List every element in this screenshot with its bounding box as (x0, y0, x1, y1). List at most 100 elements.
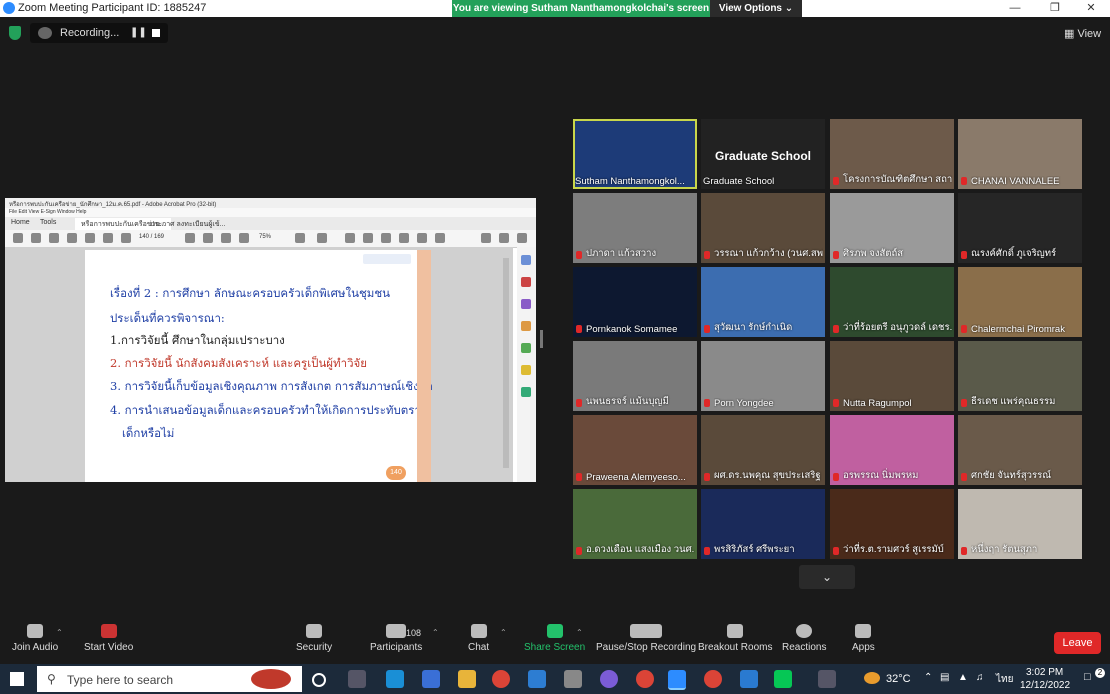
upload-icon[interactable] (49, 233, 59, 243)
view-options-button[interactable]: View Options ⌄ (710, 0, 802, 17)
comment-icon[interactable] (345, 233, 355, 243)
print-icon[interactable] (67, 233, 77, 243)
participant-tile[interactable]: ศิรภพ จงสัตถ์ส (830, 193, 954, 263)
sign-icon[interactable] (481, 233, 491, 243)
breakout-rooms-button[interactable]: Breakout Rooms (698, 624, 772, 653)
chrome-2-icon[interactable] (636, 670, 654, 688)
next-page-icon[interactable] (121, 233, 131, 243)
participant-tile[interactable]: หนึ่งฤา รัตนสุภา (958, 489, 1082, 559)
volume-icon[interactable]: ♫ (976, 672, 984, 683)
tool-comment-icon[interactable] (521, 343, 531, 353)
save-icon[interactable] (13, 233, 23, 243)
view-button[interactable]: ▦ View (1064, 27, 1101, 40)
participant-tile[interactable]: Graduate School Graduate School (701, 119, 825, 189)
participant-tile[interactable]: ผศ.ดร.นพคุณ สุขประเสริฐ (701, 415, 825, 485)
chrome-3-icon[interactable] (704, 670, 722, 688)
pause-recording-icon[interactable]: ❚❚ (130, 27, 147, 38)
pen-icon[interactable] (363, 233, 373, 243)
tab-home[interactable]: Home (11, 219, 30, 226)
reactions-button[interactable]: Reactions (782, 624, 826, 653)
wifi-icon[interactable]: ▲ (958, 672, 968, 683)
participant-tile[interactable]: CHANAI VANNALEE (958, 119, 1082, 189)
participant-tile[interactable]: ณรงค์ศักดิ์ ภูเจริญทร์ (958, 193, 1082, 263)
zoom-taskbar-icon[interactable] (668, 670, 686, 690)
people-taskbar-icon[interactable] (818, 670, 836, 688)
tool-sign-icon[interactable] (521, 365, 531, 375)
network-icon[interactable]: ▤ (940, 672, 949, 683)
leave-button[interactable]: Leave (1054, 632, 1101, 654)
messenger-icon[interactable] (600, 670, 618, 688)
start-video-button[interactable]: Start Video (84, 624, 133, 653)
mail-icon[interactable] (499, 233, 509, 243)
line-icon[interactable] (774, 670, 792, 688)
participant-tile[interactable]: ว่าที่ร.ต.รามศวร์ สูเรรมับ์ (830, 489, 954, 559)
security-button[interactable]: Security (296, 624, 332, 653)
taskbar-search-box[interactable]: ⚲ Type here to search (37, 666, 302, 692)
participant-tile[interactable]: Praweena Alemyeeso... (573, 415, 697, 485)
audio-options-caret[interactable]: ⌃ (56, 628, 63, 637)
prev-page-icon[interactable] (103, 233, 113, 243)
cursor-icon[interactable] (185, 233, 195, 243)
participant-tile[interactable]: สุวัฒนา รักษ์กำเนิด (701, 267, 825, 337)
participant-tile[interactable]: วรรณา แก้วกว้าง (วนศ.สพ) (701, 193, 825, 263)
zoom-icon[interactable] (85, 233, 95, 243)
task-view-icon[interactable] (348, 670, 366, 688)
participants-caret[interactable]: ⌃ (432, 628, 439, 637)
tool-export-icon[interactable] (521, 277, 531, 287)
clock-time[interactable]: 3:02 PM (1026, 667, 1063, 678)
tab-document-2[interactable]: ประกาศ ลงทะเบียนผู้เข้... (150, 219, 225, 230)
pause-recording-button[interactable]: Pause/Stop Recording (596, 624, 696, 653)
store-icon[interactable] (422, 670, 440, 688)
chrome-icon[interactable] (492, 670, 510, 688)
split-handle[interactable] (540, 330, 543, 348)
participant-tile[interactable]: อ.ดวงเดือน แสงเมือง วนศ... (573, 489, 697, 559)
participant-tile[interactable]: โครงการบัณฑิตศึกษา สถาบัน... (830, 119, 954, 189)
participant-tile[interactable]: Pornkanok Somamee (573, 267, 697, 337)
language-indicator[interactable]: ไทย (996, 672, 1013, 687)
document-scrollbar[interactable] (503, 258, 509, 468)
stamp-icon[interactable] (399, 233, 409, 243)
tool-edit-icon[interactable] (521, 321, 531, 331)
windows-start-icon[interactable] (10, 672, 24, 686)
maximize-button[interactable]: ❐ (1040, 0, 1070, 17)
participant-tile[interactable]: Porn Yongdee (701, 341, 825, 411)
link-icon[interactable] (517, 233, 527, 243)
apps-button[interactable]: Apps (852, 624, 875, 653)
minimize-button[interactable]: — (1000, 0, 1030, 17)
tools-icon[interactable] (435, 233, 445, 243)
tool-search-icon[interactable] (521, 255, 531, 265)
participant-tile[interactable]: Nutta Ragumpol (830, 341, 954, 411)
tab-tools[interactable]: Tools (40, 219, 56, 226)
delete-icon[interactable] (417, 233, 427, 243)
photos-icon[interactable] (740, 670, 758, 688)
participant-tile[interactable]: Sutham Nanthamongkol... (573, 119, 697, 189)
mail-icon[interactable] (528, 670, 546, 688)
participant-tile[interactable]: ปภาดา แก้วสวาง (573, 193, 697, 263)
zoom-in-icon[interactable] (239, 233, 249, 243)
zoom-level[interactable]: 75% (259, 234, 271, 240)
star-icon[interactable] (31, 233, 41, 243)
participant-tile[interactable]: ศกชัย จันทร์สุวรรณ์ (958, 415, 1082, 485)
chat-button[interactable]: Chat (468, 624, 489, 653)
cortana-icon[interactable] (312, 673, 326, 687)
file-explorer-icon[interactable] (458, 670, 476, 688)
close-button[interactable]: ✕ (1076, 0, 1106, 17)
participant-tile[interactable]: อรพรรณ นิ่มพรหม (830, 415, 954, 485)
notification-icon[interactable]: □ (1084, 671, 1091, 683)
zoom-out-icon[interactable] (221, 233, 231, 243)
tray-chevron-icon[interactable]: ⌃ (924, 672, 932, 683)
participant-tile[interactable]: ธีรเดช แพร่คุณธรรม (958, 341, 1082, 411)
fit-icon[interactable] (295, 233, 305, 243)
tool-create-icon[interactable] (521, 299, 531, 309)
highlight-icon[interactable] (381, 233, 391, 243)
participant-tile[interactable]: Chalermchai Piromrak (958, 267, 1082, 337)
app-icon[interactable] (564, 670, 582, 688)
share-caret[interactable]: ⌃ (576, 628, 583, 637)
tool-print-icon[interactable] (521, 387, 531, 397)
hand-icon[interactable] (203, 233, 213, 243)
participant-tile[interactable]: นพนธรจร์ แม้นบุญมี (573, 341, 697, 411)
chat-caret[interactable]: ⌃ (500, 628, 507, 637)
participant-tile[interactable]: พรสิริภัสร์ ศรีพระยา (701, 489, 825, 559)
join-audio-button[interactable]: Join Audio (12, 624, 58, 653)
clock-date[interactable]: 12/12/2022 (1020, 680, 1070, 691)
